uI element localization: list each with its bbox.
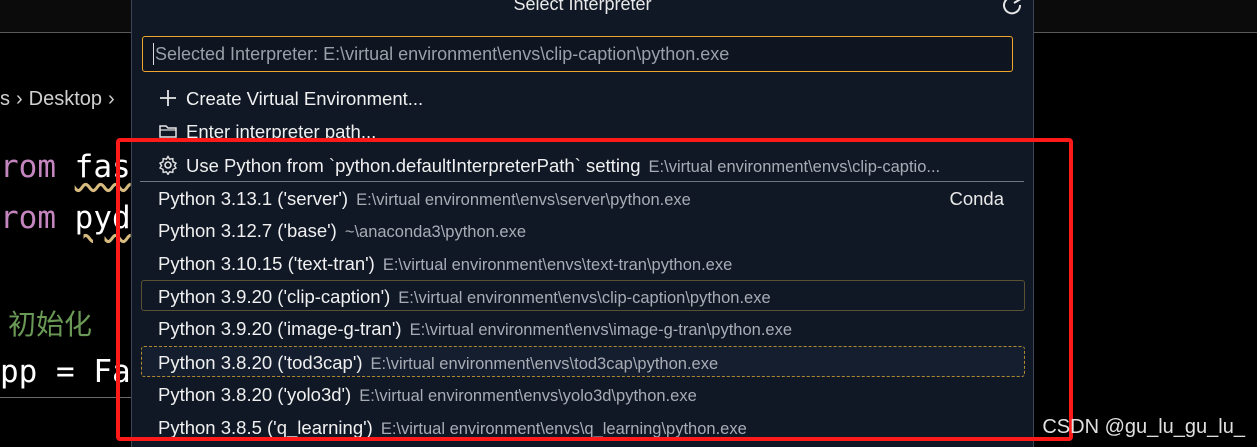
breadcrumb-item-prev[interactable]: s bbox=[0, 88, 10, 110]
refresh-icon[interactable] bbox=[1001, 0, 1023, 16]
text-caret bbox=[153, 43, 154, 65]
breadcrumb: s › Desktop › bbox=[0, 84, 121, 114]
code-line-comment[interactable]: 初始化 bbox=[8, 303, 92, 343]
quick-pick-title: Select Interpreter bbox=[513, 0, 652, 14]
code-text: pp = Fa bbox=[0, 354, 131, 390]
folder-icon bbox=[159, 125, 177, 138]
chevron-right-icon: › bbox=[16, 88, 23, 110]
code-line-4[interactable]: pp = Fa bbox=[0, 354, 131, 390]
action-label: Enter interpreter path... bbox=[186, 121, 377, 138]
breadcrumb-item-desktop[interactable]: Desktop bbox=[29, 88, 102, 110]
interpreter-filter-input[interactable]: Selected Interpreter: E:\virtual environ… bbox=[142, 36, 1013, 72]
create-virtual-environment-item[interactable]: Create Virtual Environment... bbox=[140, 83, 1024, 114]
watermark: CSDN @gu_lu_gu_lu_ bbox=[1042, 416, 1245, 438]
code-keyword: rom bbox=[0, 200, 56, 236]
input-value: Selected Interpreter: E:\virtual environ… bbox=[155, 44, 730, 64]
code-line-1[interactable]: rom fas bbox=[0, 149, 131, 185]
plus-icon bbox=[160, 90, 176, 106]
code-keyword: rom bbox=[0, 149, 56, 185]
enter-interpreter-path-item[interactable]: Enter interpreter path... bbox=[140, 116, 1024, 138]
annotation-highlight-box bbox=[116, 138, 1073, 441]
code-line-2[interactable]: rom pyd bbox=[0, 200, 131, 236]
action-label: Create Virtual Environment... bbox=[186, 88, 424, 109]
chevron-right-icon: › bbox=[108, 88, 115, 110]
code-comment: 初始化 bbox=[8, 308, 93, 341]
